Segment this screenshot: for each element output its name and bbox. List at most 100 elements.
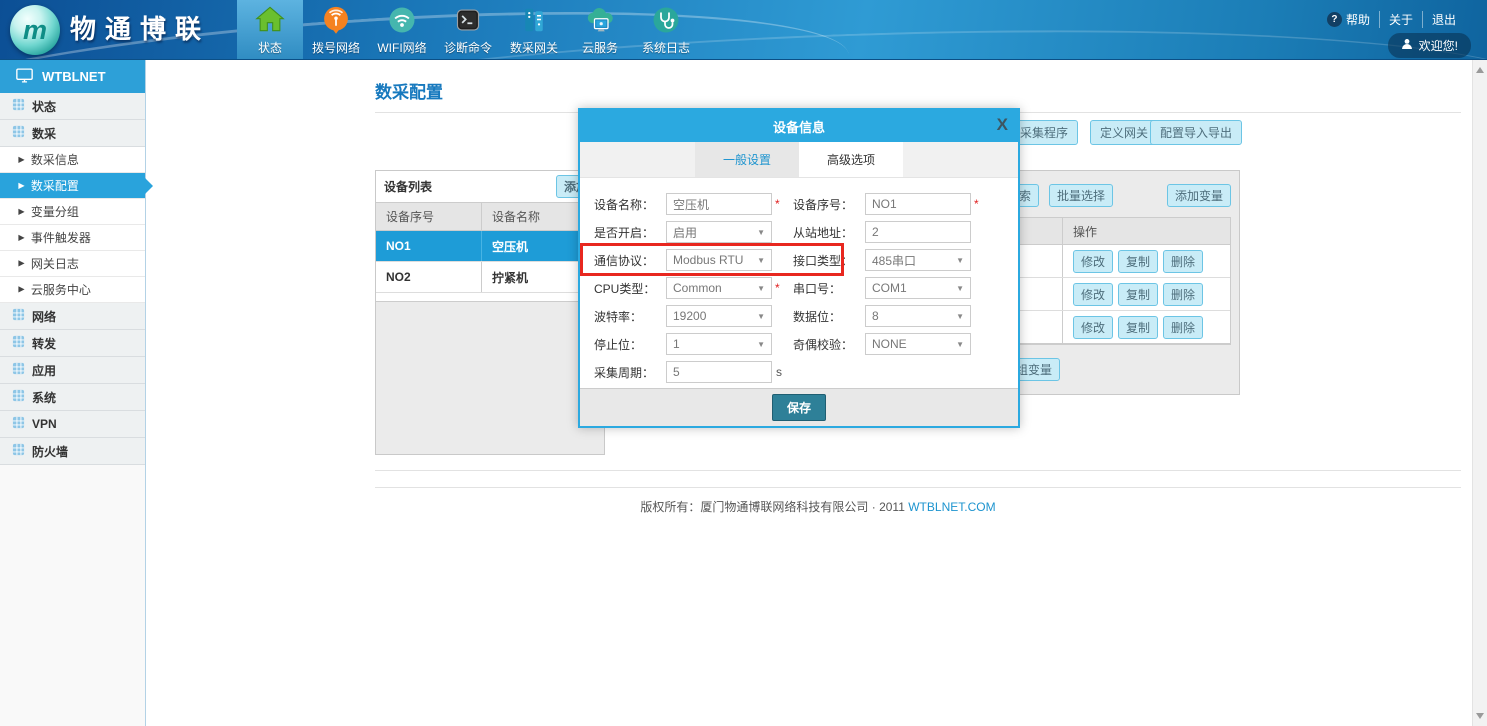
- sidebar-item-vpn[interactable]: VPN: [0, 411, 145, 438]
- device-row-no1[interactable]: NO1 空压机: [376, 231, 604, 262]
- tab-advanced-options[interactable]: 高级选项: [799, 142, 903, 177]
- sidebar-item-status[interactable]: 状态: [0, 93, 145, 120]
- delete-button[interactable]: 删除: [1163, 316, 1203, 339]
- scroll-up-icon[interactable]: [1476, 67, 1484, 73]
- nav-dial-network[interactable]: 拨号网络: [303, 0, 369, 60]
- sidebar-item-system[interactable]: 系统: [0, 384, 145, 411]
- nav-wifi-network[interactable]: WIFI网络: [369, 0, 435, 60]
- sidebar-item-variable-group[interactable]: ▶ 变量分组: [0, 199, 145, 225]
- caret-right-icon: ▶: [18, 207, 24, 217]
- topbar-links: ? 帮助 关于 退出: [1318, 11, 1465, 28]
- parity-select[interactable]: NONE▼: [865, 333, 971, 355]
- device-info-dialog: 设备信息 X 一般设置 高级选项 设备名称： 空压机 * 设备序号： NO1 *…: [578, 108, 1020, 428]
- delete-button[interactable]: 删除: [1163, 250, 1203, 273]
- cpu-type-select[interactable]: Common▼: [666, 277, 772, 299]
- sidebar-item-event-trigger[interactable]: ▶ 事件触发器: [0, 225, 145, 251]
- device-name-label: 设备名称：: [594, 196, 666, 213]
- sidebar-item-datacollect-config[interactable]: ▶ 数采配置: [0, 173, 145, 199]
- nav-data-gateway[interactable]: 数采网关: [501, 0, 567, 60]
- nav-diagnostic-command[interactable]: 诊断命令: [435, 0, 501, 60]
- modify-button[interactable]: 修改: [1073, 316, 1113, 339]
- footer-link[interactable]: WTBLNET.COM: [908, 500, 995, 514]
- device-row-no2[interactable]: NO2 拧紧机: [376, 262, 604, 293]
- config-import-export-button[interactable]: 配置导入导出: [1150, 120, 1242, 145]
- chevron-down-icon: ▼: [956, 340, 964, 349]
- copy-button[interactable]: 复制: [1118, 250, 1158, 273]
- brand-title: 物通博联: [70, 0, 210, 58]
- nav-system-log[interactable]: 系统日志: [633, 0, 699, 60]
- dialog-form: 设备名称： 空压机 * 设备序号： NO1 * 是否开启： 启用▼ 从站地址： …: [580, 178, 1018, 388]
- grid-icon: [12, 416, 25, 432]
- logout-link[interactable]: 退出: [1422, 11, 1465, 28]
- grid-icon: [12, 98, 25, 114]
- sidebar: WTBLNET 状态 数采 ▶ 数采信息 ▶ 数采配置 ▶ 变量分组 ▶ 事件触…: [0, 60, 146, 726]
- baud-rate-label: 波特率：: [594, 308, 666, 325]
- copy-button[interactable]: 复制: [1118, 316, 1158, 339]
- chevron-down-icon: ▼: [757, 256, 765, 265]
- device-table-footer: [376, 293, 604, 302]
- chevron-down-icon: ▼: [956, 312, 964, 321]
- slave-addr-input[interactable]: 2: [865, 221, 971, 243]
- sidebar-item-cloud-center[interactable]: ▶ 云服务中心: [0, 277, 145, 303]
- com-port-label: 串口号：: [793, 280, 865, 297]
- copy-button[interactable]: 复制: [1118, 283, 1158, 306]
- user-icon: [1401, 38, 1413, 53]
- home-icon: [254, 2, 286, 38]
- close-icon[interactable]: X: [997, 115, 1008, 135]
- sidebar-item-datacollect[interactable]: 数采: [0, 120, 145, 147]
- data-bits-select[interactable]: 8▼: [865, 305, 971, 327]
- save-button[interactable]: 保存: [772, 394, 826, 421]
- chevron-down-icon: ▼: [757, 284, 765, 293]
- terminal-icon: [454, 2, 482, 38]
- dialog-header: 设备信息 X: [580, 110, 1018, 142]
- poll-period-label: 采集周期：: [594, 364, 666, 381]
- monitor-icon: [16, 68, 33, 86]
- tab-general-settings[interactable]: 一般设置: [695, 142, 799, 177]
- baud-rate-select[interactable]: 19200▼: [666, 305, 772, 327]
- iface-type-select[interactable]: 485串口▼: [865, 249, 971, 271]
- nav-status[interactable]: 状态: [237, 0, 303, 60]
- modify-button[interactable]: 修改: [1073, 250, 1113, 273]
- slave-addr-label: 从站地址：: [793, 224, 865, 241]
- required-asterisk: *: [775, 197, 783, 211]
- footer-copyright: 版权所有：厦门物通博联网络科技有限公司 · 2011 WTBLNET.COM: [375, 498, 1261, 515]
- device-no-input[interactable]: NO1: [865, 193, 971, 215]
- required-asterisk: *: [775, 281, 783, 295]
- sidebar-item-datacollect-info[interactable]: ▶ 数采信息: [0, 147, 145, 173]
- nav-cloud-service[interactable]: 云服务: [567, 0, 633, 60]
- caret-right-icon: ▶: [18, 181, 24, 191]
- help-link[interactable]: ? 帮助: [1318, 11, 1379, 28]
- parity-label: 奇偶校验：: [793, 336, 865, 353]
- grid-icon: [12, 362, 25, 378]
- device-name-input[interactable]: 空压机: [666, 193, 772, 215]
- divider: [375, 487, 1461, 488]
- grid-icon: [12, 308, 25, 324]
- divider: [375, 470, 1461, 471]
- stethoscope-icon: [651, 2, 681, 38]
- about-link[interactable]: 关于: [1379, 11, 1422, 28]
- modify-button[interactable]: 修改: [1073, 283, 1113, 306]
- batch-select-button[interactable]: 批量选择: [1049, 184, 1113, 207]
- grid-icon: [12, 125, 25, 141]
- sidebar-item-forward[interactable]: 转发: [0, 330, 145, 357]
- sidebar-item-firewall[interactable]: 防火墙: [0, 438, 145, 465]
- grid-icon: [12, 389, 25, 405]
- sidebar-item-gateway-log[interactable]: ▶ 网关日志: [0, 251, 145, 277]
- delete-button[interactable]: 删除: [1163, 283, 1203, 306]
- poll-period-unit: s: [776, 365, 782, 379]
- grid-icon: [12, 443, 25, 459]
- define-gateway-button[interactable]: 定义网关: [1090, 120, 1158, 145]
- sidebar-item-application[interactable]: 应用: [0, 357, 145, 384]
- enabled-select[interactable]: 启用▼: [666, 221, 772, 243]
- sidebar-item-network[interactable]: 网络: [0, 303, 145, 330]
- add-variable-button[interactable]: 添加变量: [1167, 184, 1231, 207]
- protocol-select[interactable]: Modbus RTU▼: [666, 249, 772, 271]
- scroll-down-icon[interactable]: [1476, 713, 1484, 719]
- vertical-scrollbar[interactable]: [1472, 60, 1487, 726]
- stop-bits-label: 停止位：: [594, 336, 666, 353]
- poll-period-input[interactable]: 5: [666, 361, 772, 383]
- dialog-footer: 保存: [580, 388, 1018, 426]
- stop-bits-select[interactable]: 1▼: [666, 333, 772, 355]
- welcome-button[interactable]: 欢迎您!: [1388, 33, 1471, 58]
- com-port-select[interactable]: COM1▼: [865, 277, 971, 299]
